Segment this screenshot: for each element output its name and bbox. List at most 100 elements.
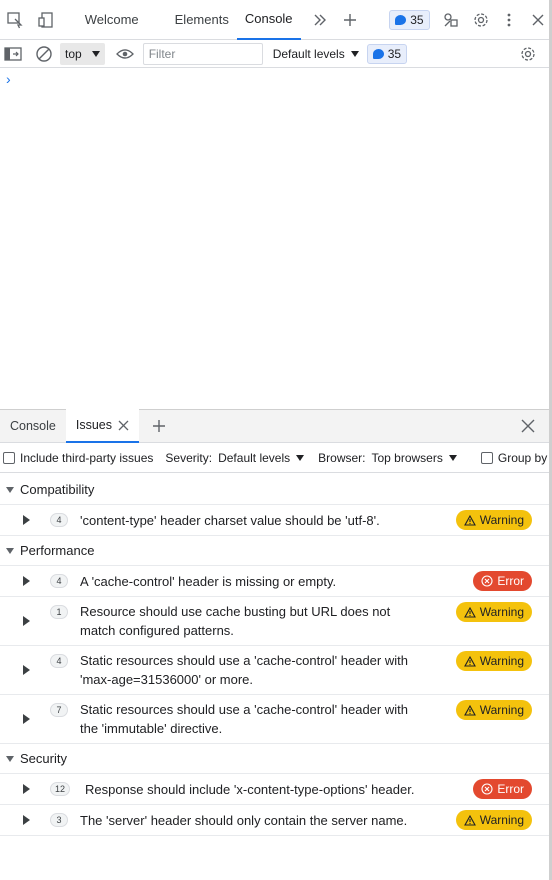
console-settings-gear-icon[interactable] — [516, 42, 540, 66]
issue-title: The 'server' header should only contain … — [80, 813, 408, 828]
issues-toolbar: Include third-party issues Severity: Def… — [0, 443, 549, 473]
chevron-down-icon — [350, 50, 359, 57]
issue-count-badge: 1 — [50, 605, 68, 619]
issues-count-badge[interactable]: 35 — [389, 9, 430, 30]
warning-triangle-icon — [463, 814, 476, 826]
levels-dropdown[interactable]: Default levels — [273, 47, 359, 61]
close-tab-icon[interactable] — [118, 420, 129, 431]
warning-triangle-icon — [463, 514, 476, 526]
customize-icon[interactable] — [440, 8, 462, 32]
expand-arrow-icon[interactable] — [23, 784, 30, 794]
drawer-tab-bar: Console Issues — [0, 409, 549, 443]
group-by-label: Group by — [497, 450, 548, 465]
context-select[interactable]: top — [60, 42, 105, 65]
add-drawer-tab-icon[interactable] — [147, 414, 171, 438]
warning-badge: Warning — [455, 651, 532, 671]
devtools-tab-bar: Welcome Elements Console 35 — [0, 0, 549, 40]
issue-title: Static resources should use a 'cache-con… — [80, 702, 408, 736]
category-label: Performance — [20, 543, 95, 558]
add-tab-icon[interactable] — [339, 8, 361, 32]
issue-title: 'content-type' header charset value shou… — [80, 513, 380, 528]
issue-title: Resource should use cache busting but UR… — [80, 604, 391, 638]
issues-list: Compatibility 4 'content-type' header ch… — [0, 475, 549, 836]
close-devtools-icon[interactable] — [527, 8, 549, 32]
category-performance[interactable]: Performance — [0, 536, 549, 566]
expand-triangle-icon — [6, 486, 14, 493]
issue-row[interactable]: 4 A 'cache-control' header is missing or… — [0, 566, 549, 597]
device-toolbar-icon[interactable] — [34, 8, 56, 32]
message-icon — [395, 14, 407, 25]
error-badge: Error — [473, 571, 532, 591]
console-toolbar: top Default levels 35 — [0, 40, 549, 68]
drawer-tab-issues[interactable]: Issues — [65, 409, 140, 443]
warning-triangle-icon — [463, 606, 476, 618]
issue-row[interactable]: 4 Static resources should use a 'cache-c… — [0, 646, 549, 695]
expand-triangle-icon — [6, 755, 14, 762]
issue-count-badge: 4 — [50, 654, 68, 668]
live-expression-eye-icon[interactable] — [113, 42, 137, 66]
third-party-checkbox[interactable] — [3, 451, 15, 464]
settings-gear-icon[interactable] — [470, 8, 492, 32]
issues-count: 35 — [410, 12, 424, 27]
expand-arrow-icon[interactable] — [23, 576, 30, 586]
drawer-tab-console[interactable]: Console — [0, 409, 66, 443]
expand-arrow-icon[interactable] — [23, 815, 30, 825]
inspect-element-icon[interactable] — [4, 8, 26, 32]
group-by-checkbox[interactable] — [480, 451, 493, 464]
issue-row[interactable]: 1 Resource should use cache busting but … — [0, 597, 549, 646]
browser-dropdown[interactable]: Top browsers — [371, 450, 457, 465]
third-party-label: Include third-party issues — [20, 450, 154, 465]
issue-row[interactable]: 4 'content-type' header charset value sh… — [0, 505, 549, 536]
close-drawer-icon[interactable] — [516, 414, 540, 438]
expand-arrow-icon[interactable] — [23, 515, 30, 525]
console-prompt[interactable]: › — [6, 71, 11, 87]
browser-label: Browser: — [318, 450, 366, 465]
severity-dropdown[interactable]: Default levels — [218, 450, 305, 465]
sidebar-toggle-icon[interactable] — [1, 42, 25, 66]
warning-badge: Warning — [455, 810, 532, 830]
category-security[interactable]: Security — [0, 744, 549, 774]
tab-welcome[interactable]: Welcome — [77, 0, 147, 40]
warning-badge: Warning — [455, 602, 532, 622]
issue-count-badge: 7 — [50, 703, 68, 717]
issue-row[interactable]: 3 The 'server' header should only contai… — [0, 805, 549, 836]
console-message-count: 35 — [387, 46, 402, 61]
category-compatibility[interactable]: Compatibility — [0, 475, 549, 505]
error-badge: Error — [473, 779, 532, 799]
context-value: top — [65, 46, 82, 61]
category-label: Security — [20, 751, 67, 766]
issue-count-badge: 12 — [50, 782, 71, 796]
issue-count-badge: 4 — [50, 513, 68, 527]
tab-console[interactable]: Console — [236, 0, 301, 40]
issue-title: Response should include 'x-content-type-… — [85, 782, 415, 797]
clear-console-icon[interactable] — [32, 42, 56, 66]
issue-row[interactable]: 12 Response should include 'x-content-ty… — [0, 774, 549, 805]
expand-arrow-icon[interactable] — [23, 665, 30, 675]
category-label: Compatibility — [20, 482, 95, 497]
filter-input[interactable] — [142, 42, 263, 65]
severity-label: Severity: — [165, 450, 213, 465]
issue-row[interactable]: 7 Static resources should use a 'cache-c… — [0, 695, 549, 744]
issue-title: A 'cache-control' header is missing or e… — [80, 574, 337, 589]
levels-value: Default levels — [272, 46, 345, 61]
warning-badge: Warning — [455, 700, 532, 720]
chevron-down-icon — [448, 454, 457, 461]
console-message-count-badge[interactable]: 35 — [366, 43, 408, 64]
expand-arrow-icon[interactable] — [23, 616, 30, 626]
chevron-down-icon — [296, 454, 305, 461]
warning-triangle-icon — [463, 655, 476, 667]
console-output[interactable]: › — [0, 69, 549, 409]
more-tabs-icon[interactable] — [309, 8, 331, 32]
issue-count-badge: 4 — [50, 574, 68, 588]
tab-elements[interactable]: Elements — [167, 0, 237, 40]
warning-triangle-icon — [463, 704, 476, 716]
warning-badge: Warning — [455, 510, 532, 530]
error-circle-icon — [481, 575, 493, 587]
error-circle-icon — [481, 783, 493, 795]
expand-arrow-icon[interactable] — [23, 714, 30, 724]
chevron-down-icon — [91, 50, 100, 57]
more-options-icon[interactable] — [498, 8, 520, 32]
message-icon — [372, 48, 384, 59]
severity-value: Default levels — [218, 450, 291, 465]
browser-value: Top browsers — [371, 450, 443, 465]
